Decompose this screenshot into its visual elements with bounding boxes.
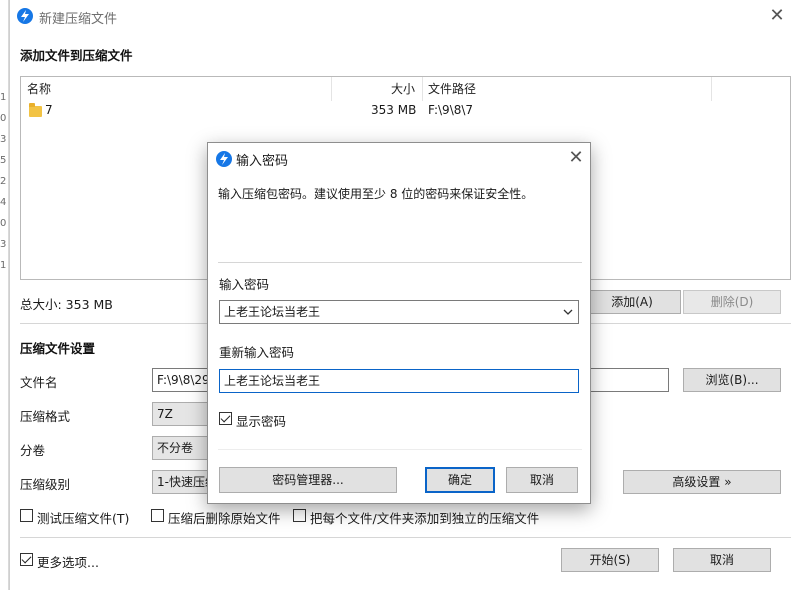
more-options-checkbox[interactable]	[20, 553, 33, 566]
separate-archives-checkbox[interactable]	[293, 509, 306, 522]
background-window-edge: 1 0 3 5 2 4 0 3 1	[0, 0, 9, 590]
format-label: 压缩格式	[20, 409, 71, 424]
divider	[20, 537, 791, 538]
total-size: 总大小: 353 MB	[20, 297, 113, 312]
close-icon[interactable]: ✕	[767, 6, 787, 26]
delete-after-label[interactable]: 压缩后删除原始文件	[168, 508, 281, 527]
column-header-size[interactable]: 大小	[391, 77, 415, 101]
window-title: 新建压缩文件	[39, 12, 118, 27]
background-text: 3	[0, 239, 7, 250]
divider	[218, 449, 582, 450]
dialog-cancel-button[interactable]: 取消	[506, 467, 578, 493]
column-divider[interactable]	[422, 77, 423, 101]
ok-button[interactable]: 确定	[425, 467, 495, 493]
chevron-down-icon[interactable]	[562, 306, 574, 318]
level-label: 压缩级别	[20, 477, 71, 492]
column-header-path[interactable]: 文件路径	[428, 77, 476, 101]
file-path: F:\9\8\7	[428, 103, 474, 117]
reenter-label: 重新输入密码	[219, 345, 295, 360]
password-manager-button[interactable]: 密码管理器...	[219, 467, 397, 493]
delete-after-checkbox[interactable]	[151, 509, 164, 522]
app-icon	[216, 151, 232, 167]
background-text: 1	[0, 92, 7, 103]
settings-heading: 压缩文件设置	[20, 341, 96, 356]
filename-label: 文件名	[20, 375, 58, 390]
show-password-checkbox[interactable]	[219, 412, 232, 425]
dialog-close-icon[interactable]: ✕	[566, 148, 586, 168]
folder-icon	[29, 103, 42, 117]
background-text: 2	[0, 176, 7, 187]
dialog-hint: 输入压缩包密码。建议使用至少 8 位的密码来保证安全性。	[218, 187, 534, 201]
password-input[interactable]: 上老王论坛当老王	[219, 300, 579, 324]
start-button[interactable]: 开始(S)	[561, 548, 659, 572]
background-text: 0	[0, 218, 7, 229]
list-item[interactable]: 7 353 MB F:\9\8\7	[21, 101, 790, 121]
app-icon	[17, 8, 33, 24]
background-text: 3	[0, 134, 7, 145]
cancel-button[interactable]: 取消	[673, 548, 771, 572]
background-text: 5	[0, 155, 7, 166]
column-header-name[interactable]: 名称	[27, 77, 51, 101]
browse-button[interactable]: 浏览(B)...	[683, 368, 781, 392]
show-password-label[interactable]: 显示密码	[236, 411, 286, 430]
separate-archives-label[interactable]: 把每个文件/文件夹添加到独立的压缩文件	[310, 508, 539, 527]
delete-button[interactable]: 删除(D)	[683, 290, 781, 314]
add-button[interactable]: 添加(A)	[583, 290, 681, 314]
file-size: 353 MB	[371, 103, 417, 117]
title-bar: 新建压缩文件 ✕	[10, 0, 800, 32]
dialog-title: 输入密码	[236, 154, 289, 169]
test-archive-label[interactable]: 测试压缩文件(T)	[37, 508, 129, 527]
file-name: 7	[45, 103, 53, 117]
divider	[218, 262, 582, 263]
reenter-password-input[interactable]: 上老王论坛当老王	[219, 369, 579, 393]
advanced-settings-button[interactable]: 高级设置 »	[623, 470, 781, 494]
background-text: 0	[0, 113, 7, 124]
background-text: 4	[0, 197, 7, 208]
more-options-label[interactable]: 更多选项...	[37, 552, 99, 571]
column-divider[interactable]	[331, 77, 332, 101]
column-divider[interactable]	[711, 77, 712, 101]
background-text: 1	[0, 260, 7, 271]
test-archive-checkbox[interactable]	[20, 509, 33, 522]
add-files-heading: 添加文件到压缩文件	[20, 48, 133, 63]
password-label: 输入密码	[219, 277, 270, 292]
volume-label: 分卷	[20, 443, 46, 458]
password-dialog: 输入密码 ✕ 输入压缩包密码。建议使用至少 8 位的密码来保证安全性。 输入密码…	[207, 142, 591, 504]
password-value: 上老王论坛当老王	[224, 305, 321, 319]
